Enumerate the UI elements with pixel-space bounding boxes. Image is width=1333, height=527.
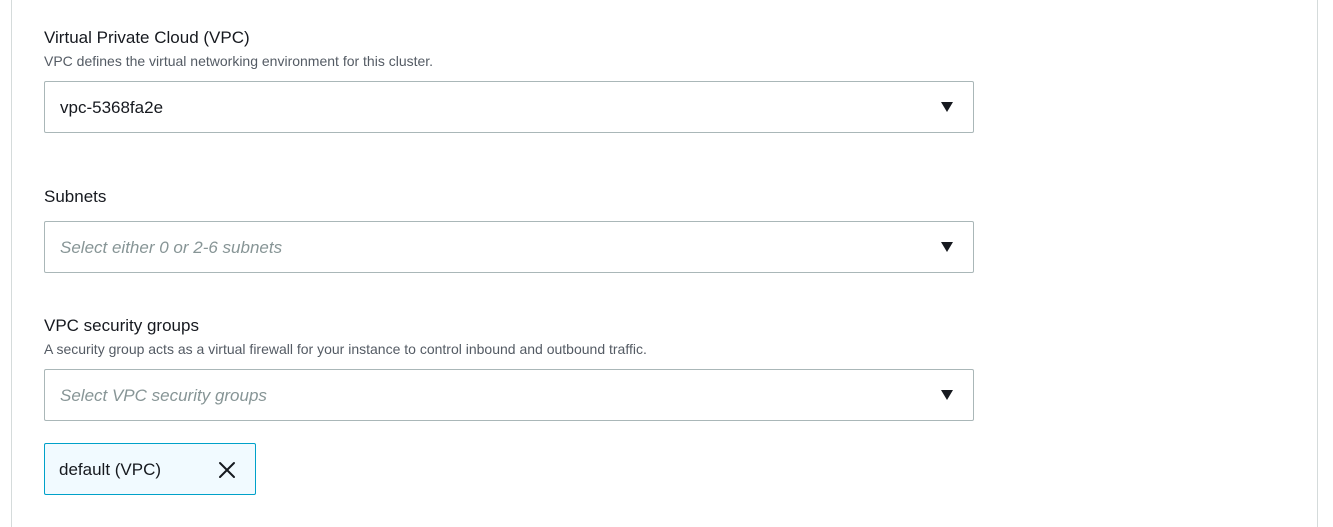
security-groups-select[interactable]: Select VPC security groups — [44, 369, 974, 421]
security-groups-field: VPC security groups A security group act… — [44, 315, 974, 421]
vpc-description: VPC defines the virtual networking envir… — [44, 53, 434, 69]
vpc-field: Virtual Private Cloud (VPC) VPC defines … — [44, 27, 974, 133]
security-groups-label: VPC security groups — [44, 316, 199, 335]
subnets-field: Subnets Select either 0 or 2-6 subnets — [44, 186, 974, 273]
close-icon[interactable] — [217, 460, 237, 480]
vpc-label: Virtual Private Cloud (VPC) — [44, 28, 250, 47]
settings-panel: Virtual Private Cloud (VPC) VPC defines … — [11, 0, 1318, 527]
security-groups-placeholder: Select VPC security groups — [60, 386, 267, 405]
vpc-select[interactable]: vpc-5368fa2e — [44, 81, 974, 133]
security-group-token-label: default (VPC) — [59, 460, 162, 479]
subnets-select[interactable]: Select either 0 or 2-6 subnets — [44, 221, 974, 273]
security-groups-description: A security group acts as a virtual firew… — [44, 341, 647, 357]
caret-down-icon — [941, 242, 953, 252]
subnets-placeholder: Select either 0 or 2-6 subnets — [60, 238, 283, 257]
vpc-selected-value: vpc-5368fa2e — [60, 98, 164, 117]
caret-down-icon — [941, 102, 953, 112]
security-group-token: default (VPC) — [44, 443, 256, 495]
subnets-label: Subnets — [44, 187, 107, 206]
caret-down-icon — [941, 390, 953, 400]
